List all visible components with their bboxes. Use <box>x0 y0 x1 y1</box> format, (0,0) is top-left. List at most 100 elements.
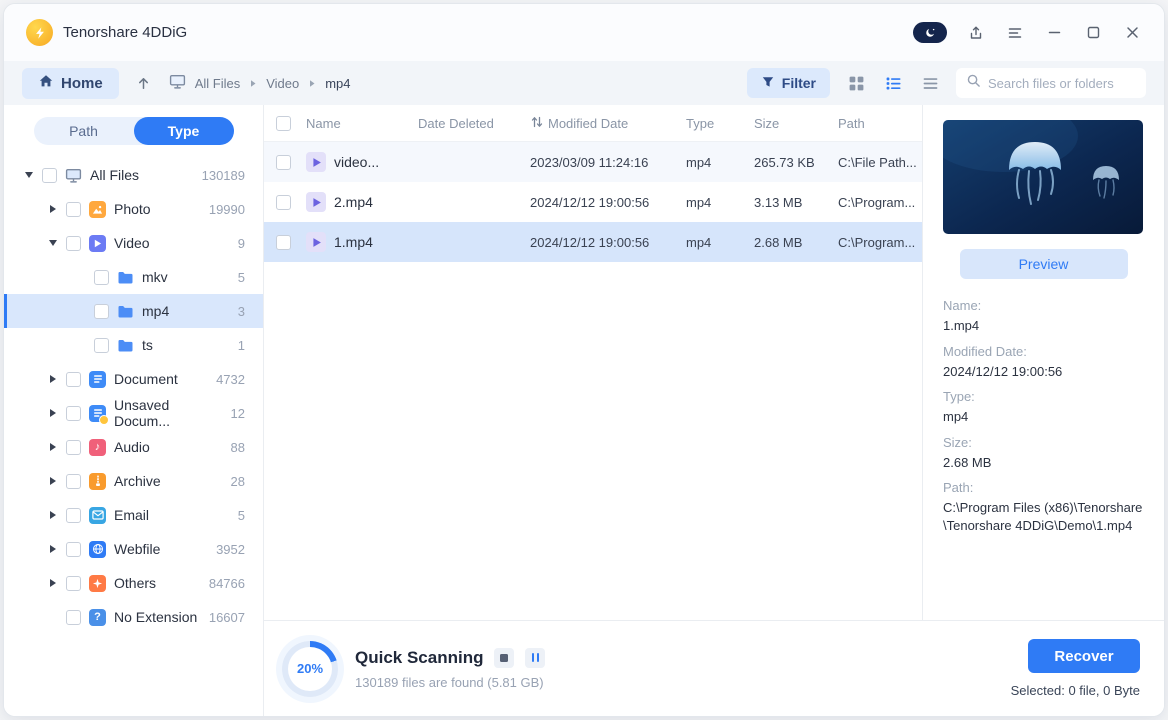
checkbox[interactable] <box>66 541 81 557</box>
sidebar-item-email[interactable]: Email 5 <box>4 498 263 532</box>
monitor-icon <box>65 167 82 184</box>
maximize-button[interactable] <box>1083 23 1103 43</box>
sidebar-item-audio[interactable]: ♪ Audio 88 <box>4 430 263 464</box>
archive-icon <box>89 472 106 490</box>
folder-icon <box>117 269 134 286</box>
column-header-size[interactable]: Size <box>754 116 838 131</box>
checkbox[interactable] <box>94 337 109 353</box>
video-icon <box>89 234 106 252</box>
select-all-checkbox[interactable] <box>276 115 291 131</box>
menu-button[interactable] <box>1005 23 1025 43</box>
chevron-right-icon[interactable] <box>48 477 58 485</box>
checkbox[interactable] <box>276 154 291 170</box>
recover-button[interactable]: Recover <box>1028 639 1140 673</box>
size-cell: 2.68 MB <box>754 234 803 250</box>
chevron-right-icon[interactable] <box>48 409 58 417</box>
chevron-right-icon[interactable] <box>48 443 58 451</box>
home-button[interactable]: Home <box>22 67 119 99</box>
column-header-name[interactable]: Name <box>306 116 418 131</box>
go-up-button[interactable] <box>132 71 156 95</box>
checkbox[interactable] <box>94 303 109 319</box>
sidebar-item-document[interactable]: Document 4732 <box>4 362 263 396</box>
checkbox[interactable] <box>66 473 81 489</box>
dark-mode-toggle[interactable] <box>913 22 947 43</box>
sidebar-item-photo[interactable]: Photo 19990 <box>4 192 263 226</box>
sidebar-item-ts[interactable]: ts 1 <box>4 328 263 362</box>
sidebar-item-mp4[interactable]: mp4 3 <box>4 294 263 328</box>
grid-view-button[interactable] <box>845 72 867 94</box>
checkbox[interactable] <box>66 405 81 421</box>
close-button[interactable] <box>1122 23 1142 43</box>
column-header-date-deleted[interactable]: Date Deleted <box>418 116 530 131</box>
checkbox[interactable] <box>276 194 291 210</box>
chevron-right-icon[interactable] <box>48 545 58 553</box>
tab-path[interactable]: Path <box>34 117 134 145</box>
checkbox[interactable] <box>66 439 81 455</box>
item-count: 3952 <box>216 541 245 557</box>
table-row[interactable]: video... 2023/03/09 11:24:16 mp4 265.73 … <box>264 142 922 182</box>
breadcrumb-item-all-files[interactable]: All Files <box>195 76 241 91</box>
table-row[interactable]: 2.mp4 2024/12/12 19:00:56 mp4 3.13 MB C:… <box>264 182 922 222</box>
type-cell: mp4 <box>686 234 712 250</box>
column-header-modified[interactable]: Modified Date <box>530 115 686 132</box>
sidebar-item-label: Webfile <box>114 541 161 557</box>
sidebar-item-no-extension[interactable]: ? No Extension 16607 <box>4 600 263 634</box>
breadcrumb-item-video[interactable]: Video <box>266 76 299 91</box>
checkbox[interactable] <box>42 167 57 183</box>
sidebar-item-video[interactable]: Video 9 <box>4 226 263 260</box>
detail-field-size: Size: 2.68 MB <box>943 434 992 470</box>
search-box <box>956 68 1146 98</box>
chevron-right-icon[interactable] <box>48 205 58 213</box>
checkbox[interactable] <box>94 269 109 285</box>
checkbox[interactable] <box>66 575 81 591</box>
detail-view-button[interactable] <box>882 72 904 94</box>
column-header-path[interactable]: Path <box>838 116 922 131</box>
scan-progress-value: 20% <box>288 646 332 691</box>
chevron-down-icon[interactable] <box>48 240 58 246</box>
checkbox[interactable] <box>66 235 81 251</box>
detail-field-modified: Modified Date: 2024/12/12 19:00:56 <box>943 343 1063 379</box>
chevron-right-icon[interactable] <box>48 511 58 519</box>
checkbox[interactable] <box>66 201 81 217</box>
table-row-selected[interactable]: 1.mp4 2024/12/12 19:00:56 mp4 2.68 MB C:… <box>264 222 922 262</box>
tab-type[interactable]: Type <box>133 117 234 145</box>
item-count: 28 <box>230 473 245 489</box>
size-cell: 3.13 MB <box>754 194 803 210</box>
search-input[interactable] <box>988 75 1136 91</box>
minimize-button[interactable] <box>1044 23 1064 43</box>
preview-thumbnail[interactable] <box>943 120 1143 234</box>
sidebar-item-others[interactable]: Others 84766 <box>4 566 263 600</box>
sidebar-item-label: Others <box>114 575 157 591</box>
detail-field-path: Path: C:\Program Files (x86)\Tenorshare\… <box>943 480 1143 533</box>
checkbox[interactable] <box>66 507 81 523</box>
sidebar-item-label: mp4 <box>142 303 170 319</box>
sort-icon[interactable] <box>530 115 544 132</box>
preview-button[interactable]: Preview <box>959 249 1128 279</box>
chevron-right-icon[interactable] <box>48 579 58 587</box>
star-icon <box>89 574 106 592</box>
sidebar-item-label: Archive <box>114 473 161 489</box>
unsaved-document-icon <box>89 404 109 425</box>
chevron-down-icon[interactable] <box>24 172 34 178</box>
sidebar-item-unsaved-documents[interactable]: Unsaved Docum... 12 <box>4 396 263 430</box>
checkbox[interactable] <box>66 371 81 387</box>
sidebar-item-all-files[interactable]: All Files 130189 <box>4 158 263 192</box>
stop-scan-button[interactable] <box>494 647 515 668</box>
pause-scan-button[interactable] <box>525 647 546 668</box>
sidebar-item-label: All Files <box>90 167 140 183</box>
chevron-right-icon <box>308 76 316 91</box>
share-button[interactable] <box>966 23 986 43</box>
compact-view-button[interactable] <box>919 72 941 94</box>
column-header-type[interactable]: Type <box>686 116 754 131</box>
sidebar-item-mkv[interactable]: mkv 5 <box>4 260 263 294</box>
breadcrumb-item-mp4[interactable]: mp4 <box>325 76 350 91</box>
chevron-right-icon[interactable] <box>48 375 58 383</box>
stop-icon <box>500 653 509 662</box>
checkbox[interactable] <box>276 234 291 250</box>
checkbox[interactable] <box>66 609 81 625</box>
globe-icon <box>89 540 106 558</box>
sidebar-item-webfile[interactable]: Webfile 3952 <box>4 532 263 566</box>
sidebar-item-archive[interactable]: Archive 28 <box>4 464 263 498</box>
filter-button[interactable]: Filter <box>746 68 830 98</box>
scan-progress-ring: 20% <box>282 640 338 697</box>
